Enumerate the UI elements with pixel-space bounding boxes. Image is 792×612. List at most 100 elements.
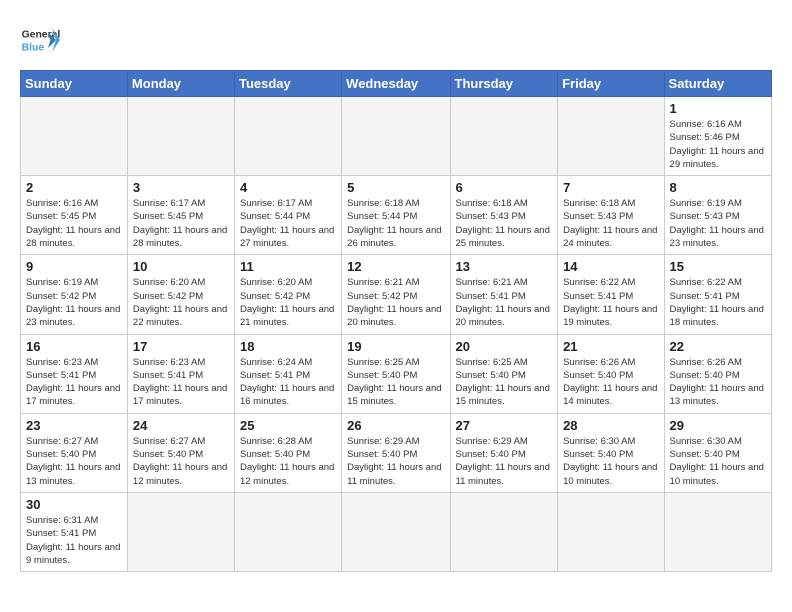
day-number: 26 (347, 418, 444, 433)
calendar-cell-13: 13Sunrise: 6:21 AMSunset: 5:41 PMDayligh… (450, 255, 558, 334)
calendar-cell-empty (127, 97, 234, 176)
cell-info: Sunrise: 6:31 AMSunset: 5:41 PMDaylight:… (26, 514, 122, 567)
calendar-cell-empty (450, 97, 558, 176)
cell-info: Sunrise: 6:19 AMSunset: 5:43 PMDaylight:… (670, 197, 766, 250)
cell-info: Sunrise: 6:28 AMSunset: 5:40 PMDaylight:… (240, 435, 336, 488)
calendar-cell-30: 30 Sunrise: 6:31 AMSunset: 5:41 PMDayligh… (21, 492, 128, 571)
cell-info: Sunrise: 6:19 AMSunset: 5:42 PMDaylight:… (26, 276, 122, 329)
day-number: 23 (26, 418, 122, 433)
calendar-header-row: SundayMondayTuesdayWednesdayThursdayFrid… (21, 71, 772, 97)
day-header-wednesday: Wednesday (342, 71, 450, 97)
calendar-cell-16: 16 Sunrise: 6:23 AMSunset: 5:41 PMDayligh… (21, 334, 128, 413)
calendar-cell-2: 2 Sunrise: 6:16 AMSunset: 5:45 PMDaylight… (21, 176, 128, 255)
calendar-cell-8: 8 Sunrise: 6:19 AMSunset: 5:43 PMDaylight… (664, 176, 771, 255)
cell-info: Sunrise: 6:18 AMSunset: 5:43 PMDaylight:… (563, 197, 658, 250)
cell-info: Sunrise: 6:29 AMSunset: 5:40 PMDaylight:… (456, 435, 553, 488)
calendar-week-4: 16 Sunrise: 6:23 AMSunset: 5:41 PMDayligh… (21, 334, 772, 413)
logo: General Blue (20, 20, 60, 60)
calendar-cell-23: 23 Sunrise: 6:27 AMSunset: 5:40 PMDayligh… (21, 413, 128, 492)
day-number: 18 (240, 339, 336, 354)
calendar-week-3: 9Sunrise: 6:19 AMSunset: 5:42 PMDaylight… (21, 255, 772, 334)
cell-info: Sunrise: 6:16 AMSunset: 5:46 PMDaylight:… (670, 118, 766, 171)
calendar-cell-10: 10 Sunrise: 6:20 AMSunset: 5:42 PMDayligh… (127, 255, 234, 334)
day-number: 22 (670, 339, 766, 354)
calendar-cell-11: 11 Sunrise: 6:20 AMSunset: 5:42 PMDayligh… (234, 255, 341, 334)
day-number: 10 (133, 259, 229, 274)
calendar-cell-27: 27 Sunrise: 6:29 AMSunset: 5:40 PMDayligh… (450, 413, 558, 492)
day-number: 20 (456, 339, 553, 354)
calendar-cell-empty (664, 492, 771, 571)
calendar-cell-5: 5 Sunrise: 6:18 AMSunset: 5:44 PMDaylight… (342, 176, 450, 255)
cell-info: Sunrise: 6:30 AMSunset: 5:40 PMDaylight:… (563, 435, 658, 488)
cell-info: Sunrise: 6:29 AMSunset: 5:40 PMDaylight:… (347, 435, 444, 488)
cell-info: Sunrise: 6:26 AMSunset: 5:40 PMDaylight:… (563, 356, 658, 409)
cell-info: Sunrise: 6:18 AMSunset: 5:44 PMDaylight:… (347, 197, 444, 250)
day-number: 4 (240, 180, 336, 195)
cell-info: Sunrise: 6:21 AMSunset: 5:42 PMDaylight:… (347, 276, 444, 329)
day-number: 13 (456, 259, 553, 274)
calendar-cell-empty (234, 492, 341, 571)
day-number: 16 (26, 339, 122, 354)
day-number: 14 (563, 259, 658, 274)
day-number: 19 (347, 339, 444, 354)
day-number: 15 (670, 259, 766, 274)
day-number: 5 (347, 180, 444, 195)
cell-info: Sunrise: 6:25 AMSunset: 5:40 PMDaylight:… (347, 356, 444, 409)
calendar-cell-empty (558, 97, 664, 176)
cell-info: Sunrise: 6:22 AMSunset: 5:41 PMDaylight:… (563, 276, 658, 329)
day-number: 11 (240, 259, 336, 274)
calendar-cell-12: 12Sunrise: 6:21 AMSunset: 5:42 PMDayligh… (342, 255, 450, 334)
calendar-cell-empty (127, 492, 234, 571)
svg-text:Blue: Blue (22, 42, 45, 53)
calendar-table: SundayMondayTuesdayWednesdayThursdayFrid… (20, 70, 772, 572)
calendar-cell-3: 3 Sunrise: 6:17 AMSunset: 5:45 PMDaylight… (127, 176, 234, 255)
cell-info: Sunrise: 6:23 AMSunset: 5:41 PMDaylight:… (26, 356, 122, 409)
calendar-cell-6: 6Sunrise: 6:18 AMSunset: 5:43 PMDaylight… (450, 176, 558, 255)
calendar-cell-9: 9Sunrise: 6:19 AMSunset: 5:42 PMDaylight… (21, 255, 128, 334)
cell-info: Sunrise: 6:20 AMSunset: 5:42 PMDaylight:… (133, 276, 229, 329)
day-number: 25 (240, 418, 336, 433)
logo-icon: General Blue (20, 20, 60, 60)
calendar-cell-15: 15 Sunrise: 6:22 AMSunset: 5:41 PMDayligh… (664, 255, 771, 334)
cell-info: Sunrise: 6:27 AMSunset: 5:40 PMDaylight:… (26, 435, 122, 488)
day-header-friday: Friday (558, 71, 664, 97)
day-number: 28 (563, 418, 658, 433)
day-number: 3 (133, 180, 229, 195)
cell-info: Sunrise: 6:20 AMSunset: 5:42 PMDaylight:… (240, 276, 336, 329)
cell-info: Sunrise: 6:17 AMSunset: 5:45 PMDaylight:… (133, 197, 229, 250)
day-header-sunday: Sunday (21, 71, 128, 97)
calendar-cell-24: 24Sunrise: 6:27 AMSunset: 5:40 PMDayligh… (127, 413, 234, 492)
day-number: 29 (670, 418, 766, 433)
day-number: 6 (456, 180, 553, 195)
calendar-cell-1: 1 Sunrise: 6:16 AMSunset: 5:46 PMDaylight… (664, 97, 771, 176)
day-header-thursday: Thursday (450, 71, 558, 97)
calendar-cell-21: 21Sunrise: 6:26 AMSunset: 5:40 PMDayligh… (558, 334, 664, 413)
calendar-week-1: 1 Sunrise: 6:16 AMSunset: 5:46 PMDaylight… (21, 97, 772, 176)
day-number: 27 (456, 418, 553, 433)
calendar-cell-17: 17Sunrise: 6:23 AMSunset: 5:41 PMDayligh… (127, 334, 234, 413)
cell-info: Sunrise: 6:22 AMSunset: 5:41 PMDaylight:… (670, 276, 766, 329)
calendar-cell-empty (21, 97, 128, 176)
calendar-cell-empty (450, 492, 558, 571)
cell-info: Sunrise: 6:27 AMSunset: 5:40 PMDaylight:… (133, 435, 229, 488)
calendar-cell-29: 29Sunrise: 6:30 AMSunset: 5:40 PMDayligh… (664, 413, 771, 492)
cell-info: Sunrise: 6:16 AMSunset: 5:45 PMDaylight:… (26, 197, 122, 250)
calendar-cell-26: 26 Sunrise: 6:29 AMSunset: 5:40 PMDayligh… (342, 413, 450, 492)
day-number: 30 (26, 497, 122, 512)
cell-info: Sunrise: 6:23 AMSunset: 5:41 PMDaylight:… (133, 356, 229, 409)
day-number: 7 (563, 180, 658, 195)
calendar-cell-28: 28 Sunrise: 6:30 AMSunset: 5:40 PMDayligh… (558, 413, 664, 492)
day-number: 2 (26, 180, 122, 195)
calendar-cell-25: 25 Sunrise: 6:28 AMSunset: 5:40 PMDayligh… (234, 413, 341, 492)
calendar-week-5: 23 Sunrise: 6:27 AMSunset: 5:40 PMDayligh… (21, 413, 772, 492)
calendar-week-6: 30 Sunrise: 6:31 AMSunset: 5:41 PMDayligh… (21, 492, 772, 571)
calendar-week-2: 2 Sunrise: 6:16 AMSunset: 5:45 PMDaylight… (21, 176, 772, 255)
day-number: 1 (670, 101, 766, 116)
calendar-cell-empty (234, 97, 341, 176)
cell-info: Sunrise: 6:26 AMSunset: 5:40 PMDaylight:… (670, 356, 766, 409)
day-number: 8 (670, 180, 766, 195)
calendar-cell-empty (342, 97, 450, 176)
calendar-cell-14: 14 Sunrise: 6:22 AMSunset: 5:41 PMDayligh… (558, 255, 664, 334)
cell-info: Sunrise: 6:25 AMSunset: 5:40 PMDaylight:… (456, 356, 553, 409)
day-header-tuesday: Tuesday (234, 71, 341, 97)
